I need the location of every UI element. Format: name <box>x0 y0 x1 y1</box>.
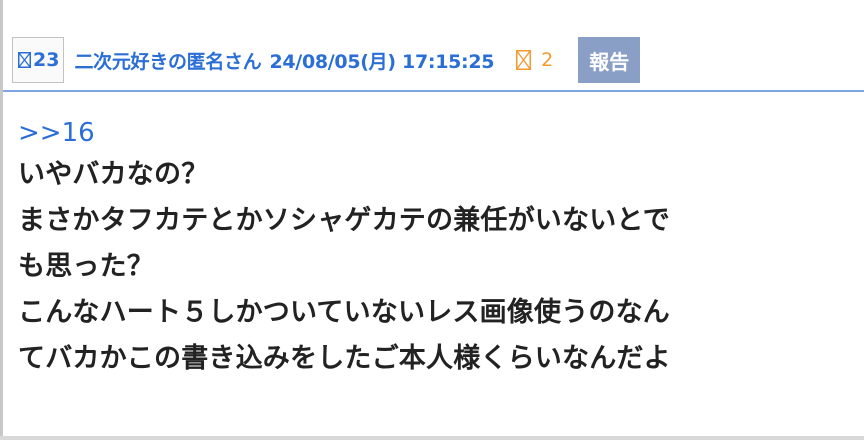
res-number-button[interactable]: 23 <box>12 37 65 83</box>
post-text-line: こんなハート５しかついていないレス画像使うのなん <box>18 297 670 328</box>
header-divider <box>3 90 864 92</box>
post-text-line: てバカかこの書き込みをしたご本人様くらいなんだよ <box>18 343 671 374</box>
post-timestamp: 24/08/05(月) 17:15:25 <box>269 50 495 73</box>
post-header: 23 二次元好きの匿名さん 24/08/05(月) 17:15:25 2 報告 <box>12 34 641 86</box>
post: 23 二次元好きの匿名さん 24/08/05(月) 17:15:25 2 報告 … <box>0 0 864 440</box>
post-body: >>16 いやバカなの？ まさかタフカテとかソシャゲカテの兼任がいないとで も思… <box>18 114 848 382</box>
report-button[interactable]: 報告 <box>578 37 641 83</box>
reply-count-link[interactable]: 2 <box>516 49 553 71</box>
res-number: 23 <box>33 49 60 71</box>
bottom-border <box>0 436 864 440</box>
post-text-line: も思った？ <box>18 251 154 282</box>
post-text-line: まさかタフカテとかソシャゲカテの兼任がいないとで <box>18 205 670 236</box>
post-text-line: いやバカなの？ <box>18 159 209 190</box>
reply-anchor-link[interactable]: >>16 <box>18 114 848 152</box>
boxed-x-icon <box>18 52 31 68</box>
left-border <box>0 0 3 440</box>
reply-count: 2 <box>541 49 554 71</box>
boxed-x-icon <box>516 50 532 70</box>
poster-name: 二次元好きの匿名さん <box>74 50 262 73</box>
